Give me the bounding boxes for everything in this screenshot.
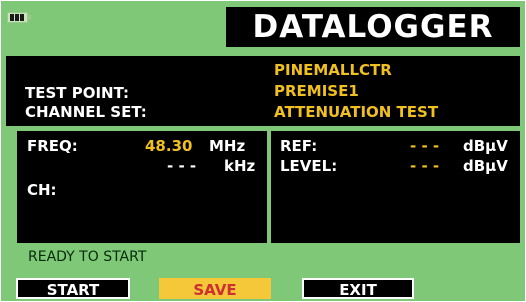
level-unit: dBµV xyxy=(463,157,508,175)
status-text: READY TO START xyxy=(28,249,147,265)
page-title: DATALOGGER xyxy=(226,7,520,47)
freq-label: FREQ: xyxy=(27,137,78,155)
channel-set-value: ATTENUATION TEST xyxy=(274,103,439,121)
ref-label: REF: xyxy=(280,137,318,155)
channel-label: CH: xyxy=(27,181,57,199)
freq-unit: MHz xyxy=(209,137,246,155)
battery-icon xyxy=(7,12,31,23)
freq-value: 48.30 xyxy=(145,137,193,155)
offset-unit: kHz xyxy=(224,157,256,175)
start-button[interactable]: START xyxy=(16,278,130,299)
site-name: PINEMALLCTR xyxy=(274,61,392,79)
frequency-panel: FREQ: 48.30 MHz - - - kHz CH: xyxy=(17,131,267,243)
datalogger-screen: DATALOGGER PINEMALLCTR TEST POINT: PREMI… xyxy=(1,1,525,301)
level-value: - - - xyxy=(410,157,440,175)
offset-value: - - - xyxy=(167,157,197,175)
channel-set-label: CHANNEL SET: xyxy=(25,103,147,121)
exit-button[interactable]: EXIT xyxy=(302,278,414,299)
ref-value: - - - xyxy=(410,137,440,155)
ref-unit: dBµV xyxy=(463,137,508,155)
test-point-label: TEST POINT: xyxy=(25,84,130,102)
level-label: LEVEL: xyxy=(280,157,338,175)
test-point-value: PREMISE1 xyxy=(274,82,359,100)
level-panel: REF: - - - dBµV LEVEL: - - - dBµV xyxy=(271,131,520,243)
save-button[interactable]: SAVE xyxy=(159,278,271,299)
info-panel: PINEMALLCTR TEST POINT: PREMISE1 CHANNEL… xyxy=(6,56,520,126)
